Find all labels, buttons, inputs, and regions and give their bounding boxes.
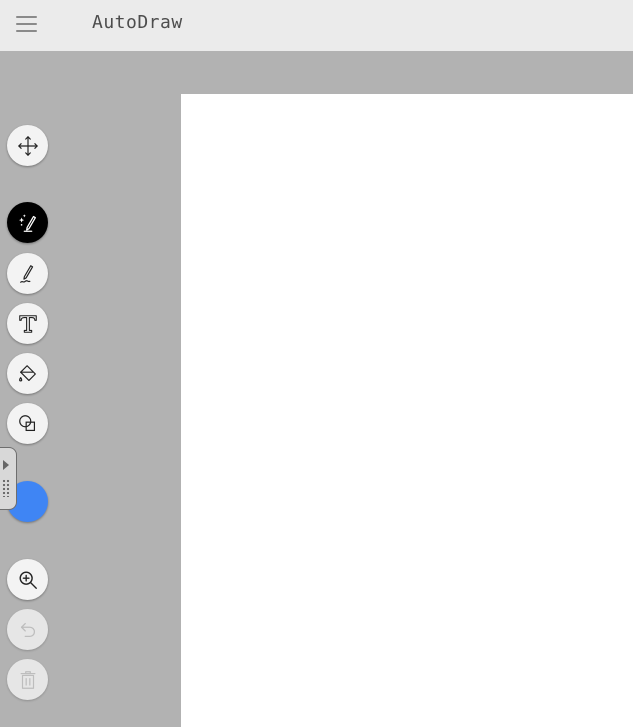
undo-button[interactable] (7, 609, 48, 650)
app-title: AutoDraw (92, 12, 183, 33)
zoom-in-icon (19, 571, 37, 589)
delete-button[interactable] (7, 659, 48, 700)
fill-tool-button[interactable] (7, 353, 48, 394)
magic-pen-icon (18, 213, 36, 232)
palette-drawer-handle[interactable] (0, 447, 17, 510)
text-t-icon (18, 314, 37, 333)
hamburger-menu-icon[interactable] (8, 9, 44, 39)
shapes-icon (18, 414, 35, 431)
move-tool-button[interactable] (7, 125, 48, 166)
zoom-tool-button[interactable] (7, 559, 48, 600)
autodraw-tool-button[interactable] (7, 202, 48, 243)
grip-dots-icon (2, 479, 10, 497)
pencil-squiggle-icon (19, 264, 33, 283)
paint-bucket-icon (18, 364, 36, 381)
drawing-canvas[interactable] (181, 94, 633, 727)
type-tool-button[interactable] (7, 303, 48, 344)
undo-icon (20, 622, 35, 637)
chevron-right-icon (3, 460, 9, 470)
app-header: AutoDraw (0, 0, 633, 51)
draw-tool-button[interactable] (7, 253, 48, 294)
shape-tool-button[interactable] (7, 403, 48, 444)
trash-icon (20, 670, 35, 689)
move-arrows-icon (17, 135, 38, 156)
